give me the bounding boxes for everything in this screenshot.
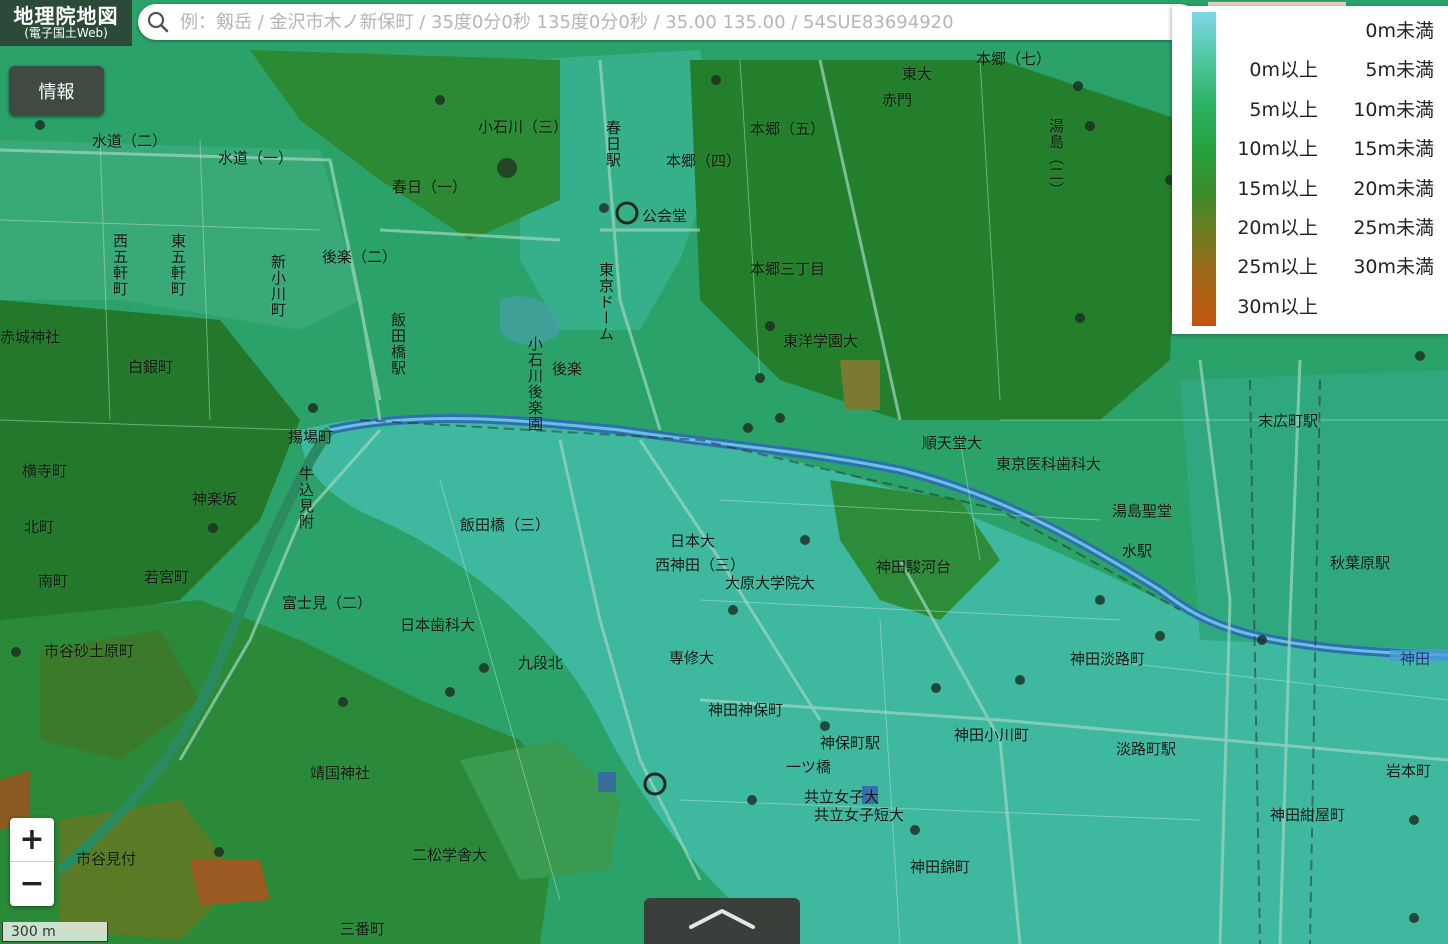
- zoom-out-button[interactable]: −: [10, 862, 54, 905]
- legend-row: 15m以上 20m未満: [1222, 174, 1442, 200]
- app-title: 地理院地図: [13, 4, 119, 29]
- legend-lower-bound: 15m以上: [1237, 177, 1318, 200]
- legend-row: 5m以上 10m未満: [1222, 95, 1442, 121]
- place-label: 日本歯科大: [400, 616, 476, 634]
- place-label: 三番町: [340, 920, 386, 938]
- place-label: 九段北: [518, 654, 564, 672]
- place-label: 西五軒町: [111, 233, 129, 297]
- place-label: 淡路町駅: [1116, 740, 1177, 758]
- legend-row: 0m未満: [1222, 16, 1442, 42]
- place-label: 小石川後楽園: [526, 336, 544, 432]
- legend-upper-bound: 25m未満: [1353, 217, 1434, 239]
- app-subtitle: (電子国土Web): [24, 26, 108, 41]
- place-label: 秋葉原駅: [1330, 554, 1391, 572]
- legend-lower-bound: 5m以上: [1249, 98, 1318, 121]
- bottom-drawer-handle[interactable]: [644, 898, 800, 944]
- legend-upper-bound: 5m未満: [1365, 59, 1434, 82]
- place-label: 水道（一）: [218, 149, 294, 167]
- place-label: 水駅: [1122, 542, 1153, 560]
- place-label: 共立女子短大: [814, 806, 905, 824]
- place-label: 神保町駅: [820, 734, 881, 752]
- legend-row: 10m以上 15m未満: [1222, 134, 1442, 161]
- info-button[interactable]: 情報: [9, 66, 104, 116]
- place-label: 赤門: [882, 91, 913, 109]
- legend-lower-bound: 25m以上: [1237, 256, 1318, 279]
- place-label: 市谷見付: [76, 850, 137, 868]
- chevron-up-icon: [687, 907, 757, 935]
- place-label: 末広町駅: [1258, 412, 1319, 430]
- legend-row: 20m以上 25m未満: [1222, 213, 1442, 239]
- place-label: 順天堂大: [922, 434, 983, 452]
- elevation-legend: 0m未満 0m以上 5m未満 5m以上 10m未満 10m以上 15m未満 15m以上 20m未…: [1172, 6, 1448, 334]
- place-label: 神田紺屋町: [1270, 806, 1346, 824]
- legend-lower-bound: 0m以上: [1249, 59, 1318, 82]
- legend-lower-bound: 10m以上: [1237, 138, 1318, 161]
- legend-upper-bound: 30m未満: [1353, 256, 1434, 279]
- place-label: 牛込見附: [297, 466, 315, 530]
- place-label: 赤城神社: [0, 328, 61, 346]
- search-icon[interactable]: [138, 4, 178, 40]
- place-label: 一ツ橋: [786, 758, 832, 776]
- place-label: 本郷（五）: [750, 120, 826, 138]
- place-label: 東洋学園大: [783, 332, 859, 350]
- legend-upper-bound: 20m未満: [1353, 177, 1434, 200]
- place-label: 揚場町: [288, 428, 334, 446]
- legend-upper-bound: 10m未満: [1353, 98, 1434, 121]
- search-input[interactable]: [178, 6, 1182, 38]
- place-label: 神田淡路町: [1070, 650, 1146, 668]
- place-label: 東大: [902, 65, 933, 83]
- place-label: 後楽: [552, 360, 583, 378]
- place-label: 専修大: [669, 649, 715, 667]
- legend-color-bar: [1192, 12, 1216, 326]
- place-label: 東京ドーム: [597, 262, 615, 342]
- legend-upper-bound: 0m未満: [1365, 20, 1434, 42]
- place-label: 湯島聖堂: [1112, 502, 1173, 520]
- place-label: 後楽（二）: [322, 248, 398, 266]
- scale-bar: 300 m: [2, 922, 108, 942]
- place-label: 春日（一）: [392, 178, 468, 196]
- place-label: 神田駿河台: [876, 558, 952, 576]
- place-label: 大原大学院大: [725, 574, 816, 592]
- place-label: 飯田橋駅: [389, 312, 407, 376]
- legend-lower-bound: 30m以上: [1237, 295, 1318, 318]
- place-label: 北町: [24, 518, 55, 536]
- place-label: 水道（二）: [92, 132, 168, 150]
- legend-lower-bound: 20m以上: [1237, 217, 1318, 239]
- place-label: 東京医科歯科大: [996, 455, 1102, 473]
- place-label: 東五軒町: [169, 233, 187, 297]
- place-label: 小石川（三）: [478, 118, 569, 136]
- place-label: 本郷（七）: [976, 50, 1052, 68]
- place-label: 靖国神社: [310, 764, 371, 782]
- place-label: 本郷三丁目: [750, 260, 826, 278]
- zoom-control: + −: [10, 818, 54, 906]
- place-label: 若宮町: [144, 568, 190, 586]
- place-label: 横寺町: [22, 462, 68, 480]
- place-label: 日本大: [670, 532, 716, 550]
- legend-upper-bound: 15m未満: [1353, 138, 1434, 161]
- place-label: 本郷（四）: [666, 152, 742, 170]
- place-label: 白銀町: [128, 358, 174, 376]
- place-label: 南町: [38, 572, 69, 590]
- legend-row: 0m以上 5m未満: [1222, 55, 1442, 82]
- map-app: 水道（二） 水道（一） 小石川（三） 春日駅 本郷（五） 本郷（四） 本郷（七）…: [0, 0, 1448, 944]
- place-label: 公会堂: [642, 207, 688, 225]
- place-label: 春日駅: [604, 120, 622, 168]
- zoom-in-button[interactable]: +: [10, 818, 54, 862]
- place-label: 神田小川町: [954, 726, 1030, 744]
- place-label: 神楽坂: [192, 490, 238, 508]
- place-label: 神田: [1400, 650, 1431, 668]
- app-logo[interactable]: 地理院地図 (電子国土Web): [0, 0, 132, 46]
- place-label: 湯島（二）: [1047, 118, 1065, 198]
- place-label: 岩本町: [1386, 762, 1432, 780]
- place-label: 市谷砂土原町: [44, 642, 135, 660]
- place-label: 二松学舎大: [412, 846, 488, 864]
- place-label: 新小川町: [269, 254, 287, 318]
- place-label: 富士見（二）: [282, 594, 373, 612]
- place-label: 神田錦町: [910, 858, 971, 876]
- legend-row: 25m以上 30m未満: [1222, 252, 1442, 279]
- place-label: 飯田橋（三）: [460, 516, 551, 534]
- search-bar: [138, 4, 1198, 40]
- legend-row: 30m以上: [1222, 292, 1442, 318]
- place-label: 神田神保町: [708, 701, 784, 719]
